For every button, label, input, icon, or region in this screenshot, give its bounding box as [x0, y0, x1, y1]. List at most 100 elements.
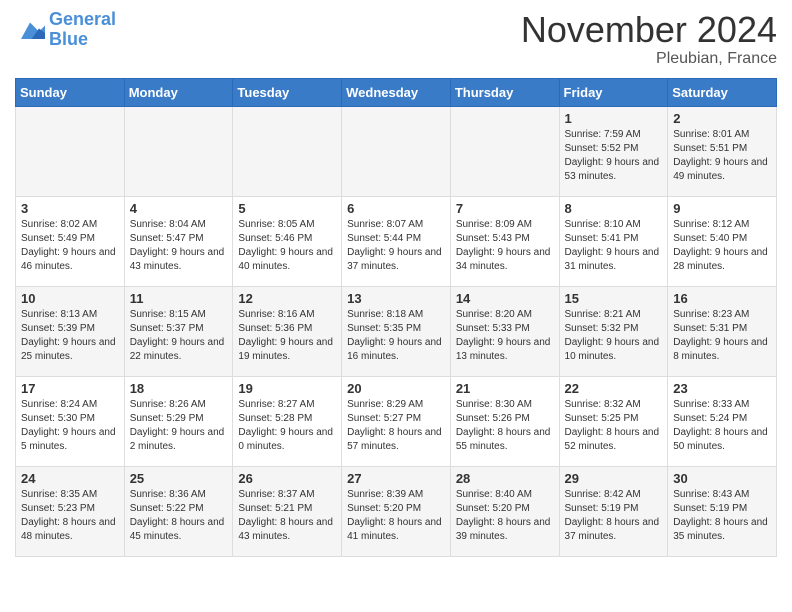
day-info: Sunrise: 8:15 AM Sunset: 5:37 PM Dayligh…: [130, 308, 228, 364]
logo: General Blue: [15, 10, 116, 50]
day-number: 17: [21, 381, 119, 396]
day-number: 1: [565, 111, 663, 126]
day-info: Sunrise: 8:27 AM Sunset: 5:28 PM Dayligh…: [238, 398, 336, 454]
table-row: 9 Sunrise: 8:12 AM Sunset: 5:40 PM Daylig…: [668, 196, 777, 286]
day-info: Sunrise: 8:16 AM Sunset: 5:36 PM Dayligh…: [238, 308, 336, 364]
day-number: 14: [456, 291, 554, 306]
table-row: 29Sunrise: 8:42 AM Sunset: 5:19 PM Dayli…: [559, 466, 668, 556]
day-info: Sunrise: 8:39 AM Sunset: 5:20 PM Dayligh…: [347, 488, 445, 544]
table-row: 24 Sunrise: 8:35 AM Sunset: 5:23 PM Dayli…: [16, 466, 125, 556]
day-number: 18: [130, 381, 228, 396]
day-info: Sunrise: 8:10 AM Sunset: 5:41 PM Dayligh…: [565, 218, 663, 274]
day-info: Sunrise: 8:40 AM Sunset: 5:20 PM Dayligh…: [456, 488, 554, 544]
calendar-week-row: 24 Sunrise: 8:35 AM Sunset: 5:23 PM Dayli…: [16, 466, 777, 556]
logo-text: General Blue: [49, 10, 116, 50]
table-row: [342, 106, 451, 196]
table-row: 17 Sunrise: 8:24 AM Sunset: 5:30 PM Dayli…: [16, 376, 125, 466]
day-number: 26: [238, 471, 336, 486]
table-row: 16 Sunrise: 8:23 AM Sunset: 5:31 PM Dayli…: [668, 286, 777, 376]
month-title: November 2024: [521, 10, 777, 50]
calendar-week-row: 10 Sunrise: 8:13 AM Sunset: 5:39 PM Dayli…: [16, 286, 777, 376]
day-number: 22: [565, 381, 663, 396]
day-info: Sunrise: 8:13 AM Sunset: 5:39 PM Dayligh…: [21, 308, 119, 364]
day-number: 25: [130, 471, 228, 486]
table-row: [233, 106, 342, 196]
table-row: 6 Sunrise: 8:07 AM Sunset: 5:44 PM Daylig…: [342, 196, 451, 286]
day-info: Sunrise: 8:32 AM Sunset: 5:25 PM Dayligh…: [565, 398, 663, 454]
table-row: 26 Sunrise: 8:37 AM Sunset: 5:21 PM Dayli…: [233, 466, 342, 556]
page-header: General Blue November 2024 Pleubian, Fra…: [15, 10, 777, 68]
day-info: Sunrise: 8:33 AM Sunset: 5:24 PM Dayligh…: [673, 398, 771, 454]
day-info: Sunrise: 8:42 AM Sunset: 5:19 PM Dayligh…: [565, 488, 663, 544]
table-row: [16, 106, 125, 196]
day-info: Sunrise: 8:29 AM Sunset: 5:27 PM Dayligh…: [347, 398, 445, 454]
table-row: 23 Sunrise: 8:33 AM Sunset: 5:24 PM Dayli…: [668, 376, 777, 466]
table-row: 10 Sunrise: 8:13 AM Sunset: 5:39 PM Dayli…: [16, 286, 125, 376]
table-row: 18 Sunrise: 8:26 AM Sunset: 5:29 PM Dayli…: [124, 376, 233, 466]
calendar-header-row: Sunday Monday Tuesday Wednesday Thursday…: [16, 78, 777, 106]
day-number: 15: [565, 291, 663, 306]
day-info: Sunrise: 8:01 AM Sunset: 5:51 PM Dayligh…: [673, 128, 771, 184]
day-info: Sunrise: 8:35 AM Sunset: 5:23 PM Dayligh…: [21, 488, 119, 544]
day-number: 16: [673, 291, 771, 306]
day-number: 30: [673, 471, 771, 486]
day-info: Sunrise: 8:09 AM Sunset: 5:43 PM Dayligh…: [456, 218, 554, 274]
day-number: 23: [673, 381, 771, 396]
table-row: 22 Sunrise: 8:32 AM Sunset: 5:25 PM Dayli…: [559, 376, 668, 466]
day-number: 5: [238, 201, 336, 216]
day-number: 27: [347, 471, 445, 486]
col-tuesday: Tuesday: [233, 78, 342, 106]
day-number: 11: [130, 291, 228, 306]
table-row: [450, 106, 559, 196]
day-number: 24: [21, 471, 119, 486]
day-info: Sunrise: 8:18 AM Sunset: 5:35 PM Dayligh…: [347, 308, 445, 364]
day-number: 10: [21, 291, 119, 306]
day-info: Sunrise: 8:07 AM Sunset: 5:44 PM Dayligh…: [347, 218, 445, 274]
day-info: Sunrise: 8:36 AM Sunset: 5:22 PM Dayligh…: [130, 488, 228, 544]
day-number: 6: [347, 201, 445, 216]
table-row: 25 Sunrise: 8:36 AM Sunset: 5:22 PM Dayli…: [124, 466, 233, 556]
day-number: 3: [21, 201, 119, 216]
day-number: 20: [347, 381, 445, 396]
table-row: 1 Sunrise: 7:59 AM Sunset: 5:52 PM Daylig…: [559, 106, 668, 196]
logo-icon: [15, 18, 45, 42]
day-info: Sunrise: 8:37 AM Sunset: 5:21 PM Dayligh…: [238, 488, 336, 544]
col-friday: Friday: [559, 78, 668, 106]
day-info: Sunrise: 8:04 AM Sunset: 5:47 PM Dayligh…: [130, 218, 228, 274]
title-area: November 2024 Pleubian, France: [521, 10, 777, 68]
table-row: 13 Sunrise: 8:18 AM Sunset: 5:35 PM Dayli…: [342, 286, 451, 376]
day-info: Sunrise: 8:20 AM Sunset: 5:33 PM Dayligh…: [456, 308, 554, 364]
table-row: 14 Sunrise: 8:20 AM Sunset: 5:33 PM Dayli…: [450, 286, 559, 376]
day-info: Sunrise: 8:23 AM Sunset: 5:31 PM Dayligh…: [673, 308, 771, 364]
day-number: 13: [347, 291, 445, 306]
page-container: General Blue November 2024 Pleubian, Fra…: [0, 0, 792, 572]
calendar-table: Sunday Monday Tuesday Wednesday Thursday…: [15, 78, 777, 557]
table-row: 30 Sunrise: 8:43 AM Sunset: 5:19 PM Dayli…: [668, 466, 777, 556]
day-info: Sunrise: 8:26 AM Sunset: 5:29 PM Dayligh…: [130, 398, 228, 454]
col-saturday: Saturday: [668, 78, 777, 106]
day-info: Sunrise: 7:59 AM Sunset: 5:52 PM Dayligh…: [565, 128, 663, 184]
table-row: 8 Sunrise: 8:10 AM Sunset: 5:41 PM Daylig…: [559, 196, 668, 286]
day-number: 28: [456, 471, 554, 486]
day-info: Sunrise: 8:21 AM Sunset: 5:32 PM Dayligh…: [565, 308, 663, 364]
table-row: 5Sunrise: 8:05 AM Sunset: 5:46 PM Daylig…: [233, 196, 342, 286]
table-row: [124, 106, 233, 196]
day-number: 9: [673, 201, 771, 216]
table-row: 28 Sunrise: 8:40 AM Sunset: 5:20 PM Dayli…: [450, 466, 559, 556]
col-monday: Monday: [124, 78, 233, 106]
day-info: Sunrise: 8:43 AM Sunset: 5:19 PM Dayligh…: [673, 488, 771, 544]
day-number: 8: [565, 201, 663, 216]
calendar-week-row: 3Sunrise: 8:02 AM Sunset: 5:49 PM Daylig…: [16, 196, 777, 286]
calendar-week-row: 1 Sunrise: 7:59 AM Sunset: 5:52 PM Daylig…: [16, 106, 777, 196]
day-info: Sunrise: 8:24 AM Sunset: 5:30 PM Dayligh…: [21, 398, 119, 454]
table-row: 21Sunrise: 8:30 AM Sunset: 5:26 PM Dayli…: [450, 376, 559, 466]
logo-blue: Blue: [49, 29, 88, 49]
day-number: 21: [456, 381, 554, 396]
day-info: Sunrise: 8:12 AM Sunset: 5:40 PM Dayligh…: [673, 218, 771, 274]
table-row: 3Sunrise: 8:02 AM Sunset: 5:49 PM Daylig…: [16, 196, 125, 286]
day-number: 19: [238, 381, 336, 396]
table-row: 11 Sunrise: 8:15 AM Sunset: 5:37 PM Dayli…: [124, 286, 233, 376]
table-row: 15 Sunrise: 8:21 AM Sunset: 5:32 PM Dayli…: [559, 286, 668, 376]
day-number: 2: [673, 111, 771, 126]
table-row: 2 Sunrise: 8:01 AM Sunset: 5:51 PM Daylig…: [668, 106, 777, 196]
